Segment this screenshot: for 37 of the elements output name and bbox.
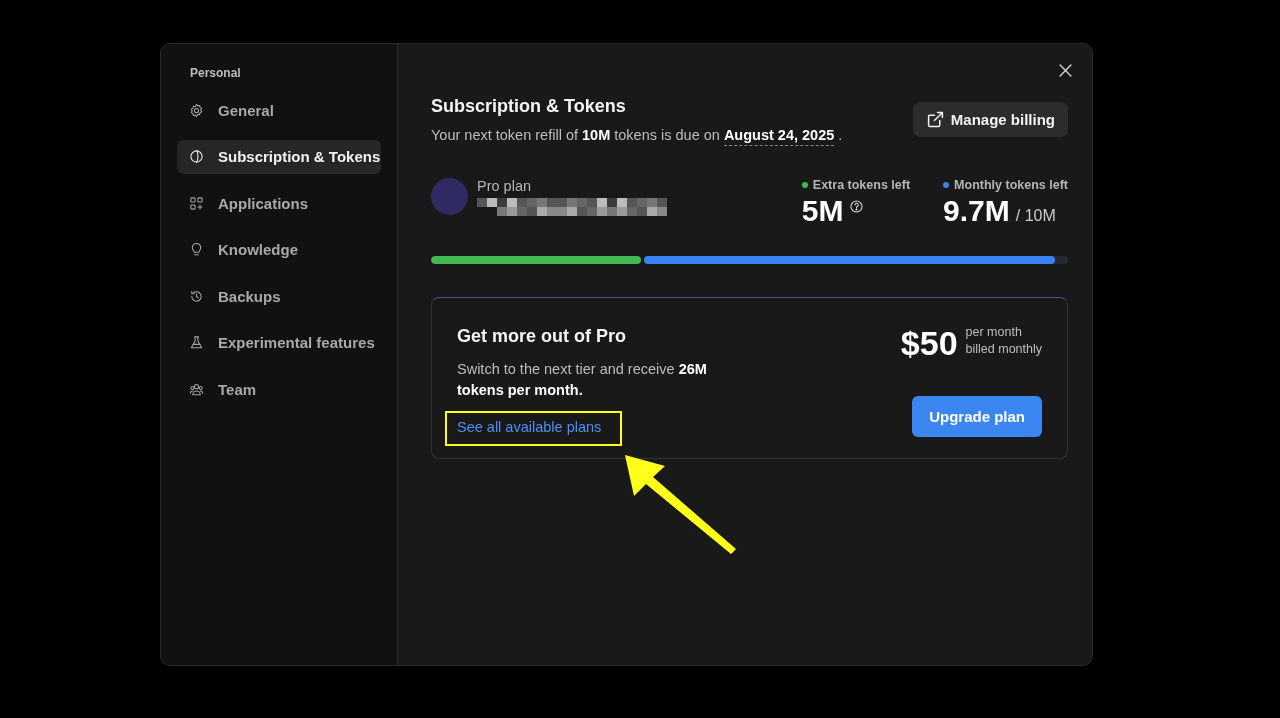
- external-link-icon: [926, 111, 944, 128]
- price: $50: [900, 326, 958, 360]
- help-icon[interactable]: [849, 200, 863, 213]
- refill-date: August 24, 2025: [723, 127, 835, 146]
- stat-label: Extra tokens left: [812, 178, 911, 192]
- price-note: billed monthly: [965, 341, 1042, 358]
- close-icon[interactable]: [1059, 64, 1072, 77]
- plans-link[interactable]: See all available plans: [444, 411, 615, 443]
- price-note: per month: [965, 324, 1023, 341]
- flask-icon: [189, 335, 204, 350]
- plan-name: Pro plan: [477, 178, 532, 194]
- period-text: .: [838, 127, 843, 143]
- sidebar-item[interactable]: General: [177, 93, 381, 127]
- card-text: Switch to the next tier and receive 26M tokens per month.: [457, 360, 708, 400]
- sidebar-item[interactable]: Backups: [177, 279, 381, 313]
- gear-icon: [189, 102, 204, 118]
- manage-billing-button[interactable]: Manage billing: [912, 102, 1068, 137]
- sidebar-item[interactable]: Experimental features: [177, 325, 381, 360]
- coin-icon: [189, 149, 204, 164]
- stat-label: Monthly tokens left: [954, 178, 1068, 192]
- stat-value: 5M: [801, 194, 844, 228]
- team-icon: [189, 381, 204, 397]
- lightbulb-icon: [189, 242, 204, 257]
- sidebar-item[interactable]: Team: [177, 372, 381, 406]
- upgrade-button[interactable]: Upgrade plan: [912, 396, 1042, 437]
- stat-total: / 10M: [1015, 207, 1056, 225]
- sidebar-item[interactable]: Knowledge: [177, 232, 381, 267]
- refill-text: Your next token refill of 10M tokens is due on: [431, 127, 720, 143]
- history-icon: [189, 288, 204, 304]
- page-title: Subscription & Tokens: [431, 96, 627, 117]
- apps-icon: [189, 195, 204, 211]
- stat-value: 9.7M: [943, 194, 1010, 228]
- sidebar-item[interactable]: Subscription & Tokens: [177, 139, 381, 174]
- card-title: Get more out of Pro: [457, 326, 626, 347]
- sidebar-item[interactable]: Applications: [177, 186, 381, 220]
- section-label: Personal: [190, 66, 242, 80]
- avatar: [431, 178, 468, 215]
